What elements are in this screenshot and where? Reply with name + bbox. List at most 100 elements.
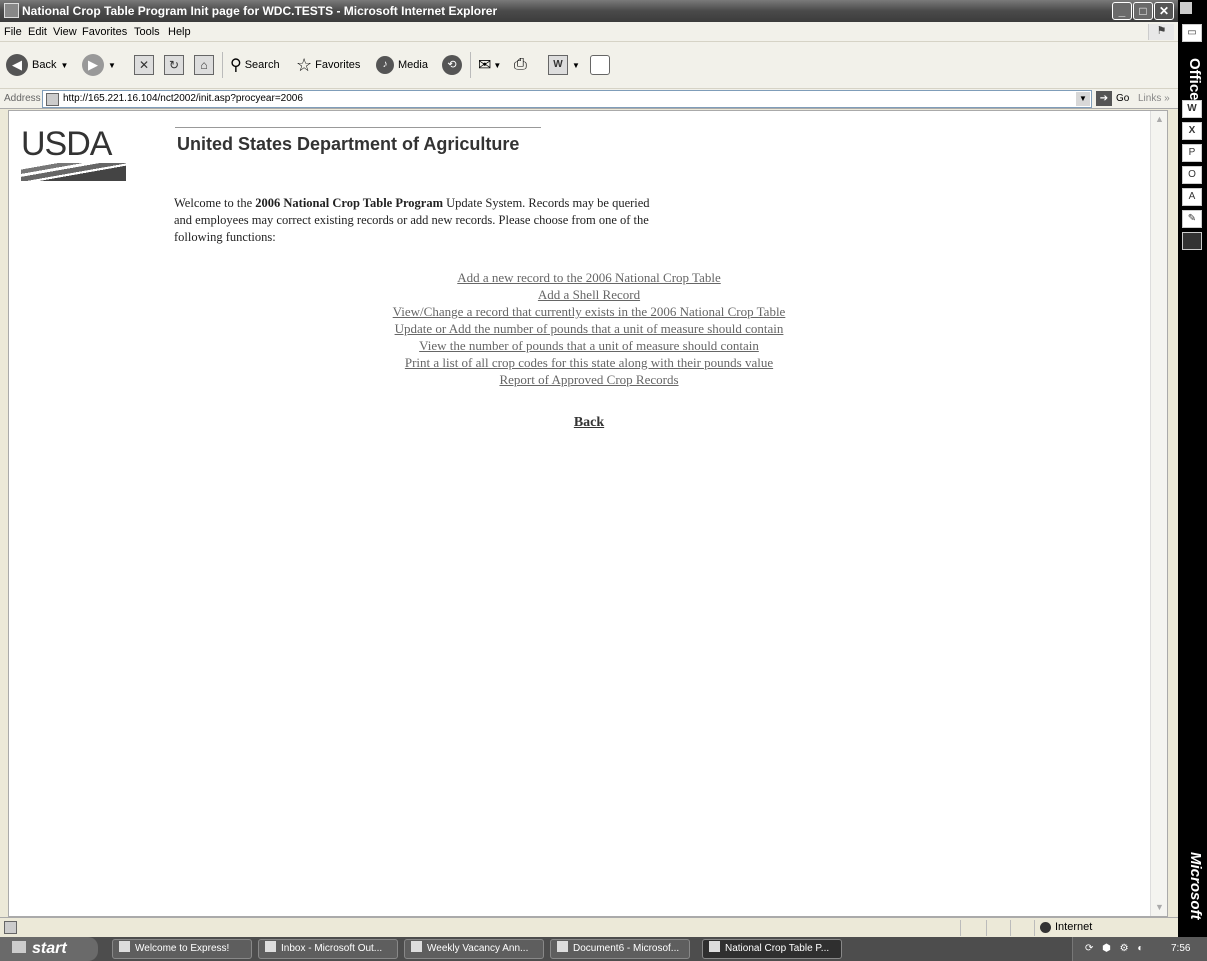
help-icon	[119, 941, 130, 952]
task-label: Document6 - Microsof...	[573, 943, 680, 954]
print-button[interactable]: ⎙	[514, 52, 527, 78]
header-rule	[175, 127, 541, 128]
menu-edit[interactable]: Edit	[28, 26, 47, 38]
task-document[interactable]: Document6 - Microsof...	[550, 939, 690, 959]
window-title: National Crop Table Program Init page fo…	[22, 4, 498, 18]
toolbar-separator	[222, 52, 223, 78]
link-add-shell-record[interactable]: Add a Shell Record	[329, 286, 849, 303]
office-shortcut-bar: ▭ W X P O A ✎	[1178, 0, 1207, 937]
menu-bar: File Edit View Favorites Tools Help ⚑	[0, 22, 1178, 42]
menu-view[interactable]: View	[53, 26, 77, 38]
favorites-button[interactable]: ☆ Favorites	[296, 52, 360, 78]
link-add-new-record[interactable]: Add a new record to the 2006 National Cr…	[329, 269, 849, 286]
scroll-down-icon[interactable]: ▼	[1152, 900, 1167, 915]
home-button[interactable]: ⌂	[194, 52, 214, 78]
back-link[interactable]: Back	[329, 415, 849, 431]
intro-text: Welcome to the 2006 National Crop Table …	[174, 195, 654, 246]
home-icon: ⌂	[194, 55, 214, 75]
title-bar[interactable]: National Crop Table Program Init page fo…	[0, 0, 1178, 22]
taskbar: start Welcome to Express! Inbox - Micros…	[0, 937, 1207, 961]
history-button[interactable]: ⟲	[442, 52, 466, 78]
back-arrow-icon: ◀	[6, 54, 28, 76]
address-dropdown-icon[interactable]: ▼	[1076, 92, 1090, 106]
start-button[interactable]: start	[0, 937, 98, 961]
access-icon[interactable]: A	[1182, 188, 1202, 206]
link-view-change-record[interactable]: View/Change a record that currently exis…	[329, 303, 849, 320]
tool-icon[interactable]: ✎	[1182, 210, 1202, 228]
task-label: National Crop Table P...	[725, 943, 830, 954]
clock[interactable]: 7:56 AM	[1171, 937, 1207, 961]
print-icon: ⎙	[514, 56, 527, 73]
task-vacancy[interactable]: Weekly Vacancy Ann...	[404, 939, 544, 959]
usda-logo: USDA	[21, 127, 131, 187]
refresh-icon: ↻	[164, 55, 184, 75]
function-links: Add a new record to the 2006 National Cr…	[329, 269, 849, 388]
office-folder-icon[interactable]: ▭	[1182, 24, 1202, 42]
task-express[interactable]: Welcome to Express!	[112, 939, 252, 959]
link-view-pounds[interactable]: View the number of pounds that a unit of…	[329, 337, 849, 354]
office-label: Office	[1186, 58, 1203, 101]
outlook-icon	[265, 941, 276, 952]
desktop-icon[interactable]	[1182, 232, 1202, 250]
address-input[interactable]: http://165.221.16.104/nct2002/init.asp?p…	[42, 90, 1092, 108]
word-icon	[557, 941, 568, 952]
office-bar-menu-icon[interactable]	[1180, 2, 1192, 14]
history-icon: ⟲	[442, 55, 462, 75]
refresh-button[interactable]: ↻	[164, 52, 184, 78]
forward-button[interactable]: ▶ ▼	[82, 52, 116, 78]
stop-icon: ✕	[134, 55, 154, 75]
dropdown-icon: ▼	[108, 60, 116, 70]
menu-tools[interactable]: Tools	[134, 26, 160, 38]
ie-icon	[709, 941, 720, 952]
task-outlook[interactable]: Inbox - Microsoft Out...	[258, 939, 398, 959]
outlook-icon[interactable]: O	[1182, 166, 1202, 184]
links-button[interactable]: Links »	[1138, 93, 1170, 104]
favorites-label: Favorites	[315, 59, 361, 71]
menu-help[interactable]: Help	[168, 26, 191, 38]
task-label: Weekly Vacancy Ann...	[427, 943, 529, 954]
windows-logo-icon: ⚑	[1148, 24, 1174, 40]
address-bar: Address http://165.221.16.104/nct2002/in…	[0, 89, 1178, 109]
vertical-scrollbar[interactable]: ▲ ▼	[1150, 111, 1167, 916]
minimize-button[interactable]: _	[1112, 2, 1132, 20]
discuss-button[interactable]	[590, 52, 610, 78]
media-button[interactable]: ♪ Media	[376, 52, 428, 78]
zone-label: Internet	[1055, 921, 1093, 933]
word-icon[interactable]: W	[1182, 100, 1202, 118]
search-button[interactable]: ⚲ Search	[230, 52, 280, 78]
edit-button[interactable]: W ▼	[548, 52, 580, 78]
ie-icon	[4, 3, 19, 18]
address-label: Address	[4, 93, 41, 104]
task-label: Welcome to Express!	[135, 943, 230, 954]
task-ie-active[interactable]: National Crop Table P...	[702, 939, 842, 959]
go-button[interactable]: ➔ Go	[1096, 91, 1129, 106]
dropdown-icon: ▼	[572, 60, 580, 70]
link-approved-report[interactable]: Report of Approved Crop Records	[329, 371, 849, 388]
toolbar-separator	[470, 52, 471, 78]
page-status-icon	[4, 921, 17, 934]
agency-title: United States Department of Agriculture	[177, 134, 520, 154]
tray-icons[interactable]: ⟳ ⬢ ⚙ ◐	[1085, 937, 1146, 961]
link-update-pounds[interactable]: Update or Add the number of pounds that …	[329, 320, 849, 337]
links-label: Links	[1138, 93, 1162, 104]
toolbar: ◀ Back ▼ ▶ ▼ ✕ ↻ ⌂ ⚲ Search ☆ Favorites …	[0, 42, 1178, 89]
status-pane	[1034, 920, 1035, 936]
windows-flag-icon	[12, 941, 26, 953]
powerpoint-icon[interactable]: P	[1182, 144, 1202, 162]
scroll-up-icon[interactable]: ▲	[1152, 112, 1167, 127]
menu-favorites[interactable]: Favorites	[82, 26, 127, 38]
star-icon: ☆	[296, 54, 313, 75]
status-pane	[960, 920, 961, 936]
link-print-crop-codes[interactable]: Print a list of all crop codes for this …	[329, 354, 849, 371]
media-label: Media	[398, 59, 428, 71]
search-label: Search	[244, 59, 280, 71]
back-button[interactable]: ◀ Back ▼	[6, 52, 68, 78]
maximize-button[interactable]: □	[1133, 2, 1153, 20]
menu-file[interactable]: File	[4, 26, 22, 38]
word-icon: W	[548, 55, 568, 75]
excel-icon[interactable]: X	[1182, 122, 1202, 140]
mail-button[interactable]: ✉ ▼	[478, 52, 501, 78]
stop-button[interactable]: ✕	[134, 52, 154, 78]
close-button[interactable]: ✕	[1154, 2, 1174, 20]
media-icon: ♪	[376, 56, 394, 74]
